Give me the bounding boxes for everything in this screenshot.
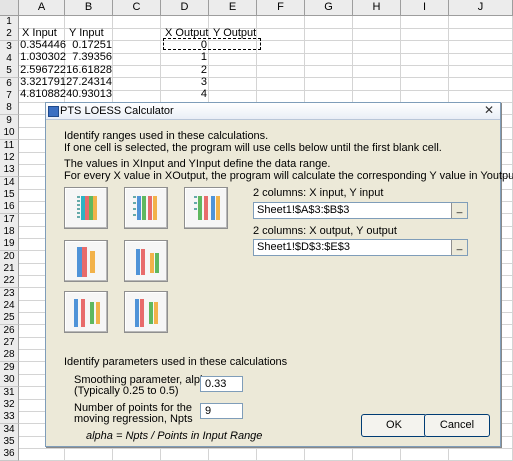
column-header[interactable]: A [19,0,65,16]
row-header[interactable]: 34 [0,423,19,437]
column-header[interactable]: B [65,0,113,16]
input-range-field[interactable]: Sheet1!$A$3:$B$3 _ [253,202,468,219]
row-header[interactable]: 12 [0,151,19,165]
row-header[interactable]: 25 [0,312,19,326]
row-header[interactable]: 35 [0,435,19,449]
npts-label-2: moving regression, Npts [74,413,193,425]
row-header[interactable]: 2 [0,28,19,42]
sheet-cell[interactable]: 3 [161,76,207,89]
sheet-cell[interactable]: 2 [161,64,207,77]
layout-adjacent-button[interactable] [64,240,108,282]
row-header[interactable]: 29 [0,361,19,375]
sheet-cell[interactable]: 0.354446 [20,39,66,52]
sheet-cell[interactable]: 0.17251 [66,39,112,52]
selection-marquee [163,38,261,50]
row-header[interactable]: 31 [0,386,19,400]
params-heading: Identify parameters used in these calcul… [64,356,288,368]
close-icon[interactable]: ✕ [482,104,496,117]
dialog-titlebar[interactable]: PTS LOESS Calculator ✕ [46,103,500,120]
sheet-cell[interactable]: 2.596722 [20,64,66,77]
formula-note: alpha = Npts / Points in Input Range [86,430,263,442]
output-range-label: 2 columns: X output, Y output [253,225,397,237]
row-header[interactable]: 3 [0,40,19,54]
row-header[interactable]: 13 [0,164,19,178]
row-header[interactable]: 11 [0,139,19,153]
row-header[interactable]: 16 [0,201,19,215]
input-range-label: 2 columns: X input, Y input [253,187,384,199]
row-header[interactable]: 9 [0,114,19,128]
column-header[interactable]: F [257,0,305,16]
layout-split-button[interactable] [184,187,228,229]
row-header[interactable]: 4 [0,53,19,67]
layout-separate-button[interactable] [124,240,168,282]
dialog-title: PTS LOESS Calculator [60,105,174,117]
row-header[interactable]: 36 [0,448,19,461]
output-range-picker-button[interactable]: _ [451,240,467,255]
column-header[interactable]: C [113,0,161,16]
column-header[interactable]: I [401,0,449,16]
alpha-hint: (Typically 0.25 to 0.5) [74,385,179,397]
app-icon [48,106,59,117]
input-range-picker-button[interactable]: _ [451,203,467,218]
intro-line-2: If one cell is selected, the program wil… [64,142,442,154]
intro-line-1: Identify ranges used in these calculatio… [64,130,269,142]
sheet-cell[interactable]: 27.24314 [66,76,112,89]
row-header[interactable]: 28 [0,349,19,363]
row-header[interactable]: 17 [0,213,19,227]
layout-grouped-button[interactable] [124,291,168,333]
select-all-corner[interactable] [0,0,19,16]
layout-interleaved-button[interactable] [64,187,108,229]
cancel-button[interactable]: Cancel [424,414,490,437]
column-header[interactable]: D [161,0,209,16]
input-range-value: Sheet1!$A$3:$B$3 [257,204,350,216]
row-header[interactable]: 10 [0,127,19,141]
column-header[interactable]: G [305,0,353,16]
grid-row-line [19,447,513,449]
row-header[interactable]: 18 [0,225,19,239]
row-header[interactable]: 30 [0,374,19,388]
row-header[interactable]: 27 [0,337,19,351]
intro-line-3: The values in XInput and YInput define t… [64,158,331,170]
row-header[interactable]: 19 [0,238,19,252]
row-header[interactable]: 24 [0,300,19,314]
row-header[interactable]: 26 [0,324,19,338]
intro-line-4: For every X value in XOutput, the progra… [64,170,513,182]
loess-dialog: PTS LOESS Calculator ✕ Identify ranges u… [45,102,513,447]
row-header[interactable]: 14 [0,176,19,190]
layout-wide-button[interactable] [64,291,108,333]
column-header[interactable]: E [209,0,257,16]
sheet-cell[interactable]: 4 [161,88,207,101]
sheet-cell[interactable]: 3.321791 [20,76,66,89]
sheet-cell[interactable]: 4.810882 [20,88,66,101]
row-header[interactable]: 8 [0,102,19,116]
npts-input[interactable]: 9 [200,403,243,419]
row-header[interactable]: 33 [0,411,19,425]
sheet-cell[interactable]: 16.61828 [66,64,112,77]
row-header[interactable]: 23 [0,287,19,301]
row-header[interactable]: 5 [0,65,19,79]
layout-pairs-button[interactable] [124,187,168,229]
sheet-cell[interactable]: 1 [161,51,207,64]
row-header[interactable]: 22 [0,275,19,289]
output-range-field[interactable]: Sheet1!$D$3:$E$3 _ [253,239,468,256]
sheet-cell[interactable]: 1.030302 [20,51,66,64]
output-range-value: Sheet1!$D$3:$E$3 [257,241,350,253]
row-header[interactable]: 20 [0,250,19,264]
row-header[interactable]: 21 [0,263,19,276]
row-header[interactable]: 32 [0,398,19,412]
row-header[interactable]: 15 [0,188,19,202]
sheet-cell[interactable]: 40.93013 [66,88,112,101]
ok-button[interactable]: OK [361,414,427,437]
row-header[interactable]: 6 [0,77,19,91]
alpha-input[interactable]: 0.33 [200,376,243,392]
column-header[interactable]: H [353,0,401,16]
sheet-cell[interactable]: 7.39356 [66,51,112,64]
row-header[interactable]: 7 [0,90,19,104]
column-header[interactable]: J [449,0,513,16]
row-header[interactable]: 1 [0,16,19,29]
